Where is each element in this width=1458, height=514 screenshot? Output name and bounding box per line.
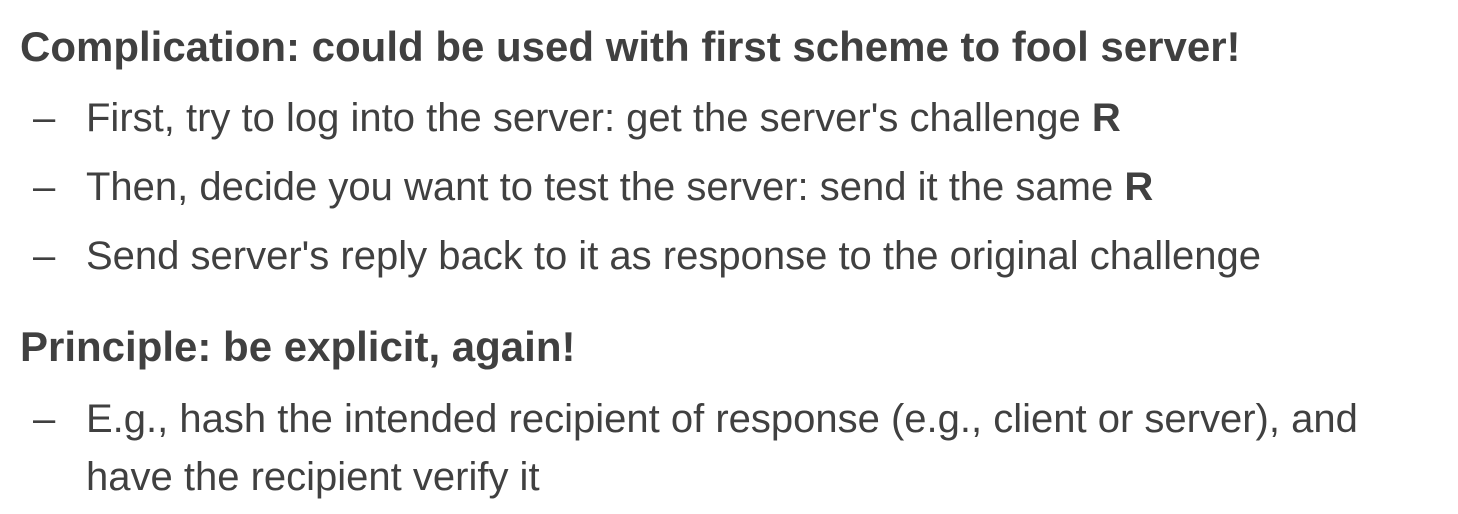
bullet-text-plain: Then, decide you want to test the server…: [86, 165, 1125, 209]
bullet-dash: –: [33, 96, 56, 140]
bullet-text-line-1: E.g., hash the intended recipient of res…: [86, 397, 1358, 441]
bullet-text: Send server's reply back to it as respon…: [86, 234, 1261, 278]
section-heading-complication: Complication: could be used with first s…: [20, 23, 1241, 70]
bullet-text: Then, decide you want to test the server…: [86, 158, 1153, 216]
bullet-text-bold: R: [1091, 96, 1121, 140]
section-heading-principle: Principle: be explicit, again!: [20, 323, 576, 370]
bullet-text-plain: First, try to log into the server: get t…: [86, 96, 1092, 140]
bullet-dash: –: [33, 165, 56, 209]
bullet-dash: –: [33, 397, 56, 441]
bullet-text-bold: R: [1124, 165, 1154, 209]
slide: Complication: could be used with first s…: [0, 0, 1458, 514]
bullet-text: First, try to log into the server: get t…: [86, 89, 1121, 147]
bullet-dash: –: [33, 234, 56, 278]
bullet-text-line-2: have the recipient verify it: [86, 455, 540, 499]
